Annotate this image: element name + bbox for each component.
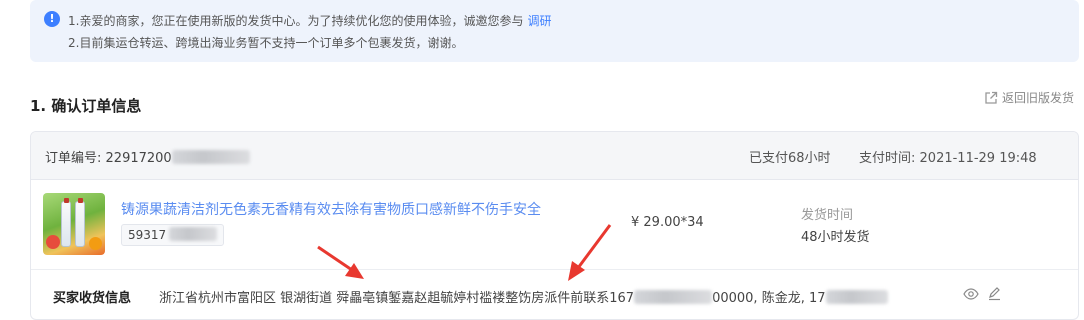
fruit-shape <box>46 235 60 249</box>
product-price: ¥ 29.00*34 <box>631 215 704 230</box>
ship-time-value: 48小时发货 <box>801 230 870 245</box>
redacted-mask <box>634 290 713 304</box>
back-to-old-version-link[interactable]: 返回旧版发货 <box>984 89 1074 106</box>
edit-icon[interactable] <box>987 286 1002 301</box>
product-thumbnail[interactable] <box>43 193 105 255</box>
redacted-mask <box>825 290 888 304</box>
notice-line-2: 2.目前集运仓转运、跨境出海业务暂不支持一个订单多个包裹发货，谢谢。 <box>68 36 464 50</box>
order-number-label: 订单编号: <box>45 151 102 166</box>
pay-time-value: 2021-11-29 19:48 <box>919 151 1037 166</box>
info-icon: ! <box>44 11 60 27</box>
ship-time-label: 发货时间 <box>801 208 854 223</box>
external-link-icon <box>985 91 998 104</box>
bottle-shape <box>75 198 85 247</box>
notice-text-1: 1.亲爱的商家，您正在使用新版的发货中心。为了持续优化您的使用体验，诚邀您参与 <box>68 14 524 28</box>
buyer-address-part2: 00000, 陈金龙, 17 <box>712 291 826 306</box>
product-name-link[interactable]: 铸源果蔬清洁剂无色素无香精有效去除有害物质口感新鲜不伤手安全 <box>121 199 541 219</box>
eye-icon[interactable] <box>963 286 979 302</box>
survey-link[interactable]: 调研 <box>527 14 551 28</box>
pay-time-label: 支付时间: <box>859 151 916 166</box>
sku-value: 59317 <box>128 228 167 242</box>
buyer-info-label: 买家收货信息 <box>53 291 132 306</box>
buyer-address: 浙江省杭州市富阳区 银湖街道 舜畾亳镇錾嘉赵趄毓婷村褴褛整饬房派件前联系167 0… <box>159 287 888 306</box>
pay-time: 支付时间: 2021-11-29 19:48 <box>859 147 1037 166</box>
order-number: 订单编号: 22917200 <box>45 147 250 166</box>
fruit-shape <box>89 237 102 250</box>
order-card: 订单编号: 22917200 已支付68小时 支付时间: 2021-11-29 … <box>30 131 1079 320</box>
sku-tag: 59317 <box>121 224 225 246</box>
bottle-shape <box>61 198 71 247</box>
notice-line-1: 1.亲爱的商家，您正在使用新版的发货中心。为了持续优化您的使用体验，诚邀您参与调… <box>68 12 551 29</box>
buyer-address-part1: 浙江省杭州市富阳区 银湖街道 舜畾亳镇錾嘉赵趄毓婷村褴褛整饬房派件前联系167 <box>159 291 635 306</box>
notice-banner: ! 1.亲爱的商家，您正在使用新版的发货中心。为了持续优化您的使用体验，诚邀您参… <box>30 0 1079 62</box>
order-header: 订单编号: 22917200 已支付68小时 支付时间: 2021-11-29 … <box>31 132 1078 180</box>
back-to-old-label: 返回旧版发货 <box>1002 91 1075 105</box>
redacted-mask <box>171 150 250 164</box>
buyer-info-row: 买家收货信息 浙江省杭州市富阳区 银湖街道 舜畾亳镇錾嘉赵趄毓婷村褴褛整饬房派件… <box>31 269 1078 319</box>
order-number-value: 22917200 <box>105 151 172 166</box>
redacted-mask <box>169 227 218 241</box>
paid-duration: 已支付68小时 <box>749 151 831 166</box>
section-title: 1. 确认订单信息 <box>30 97 142 115</box>
